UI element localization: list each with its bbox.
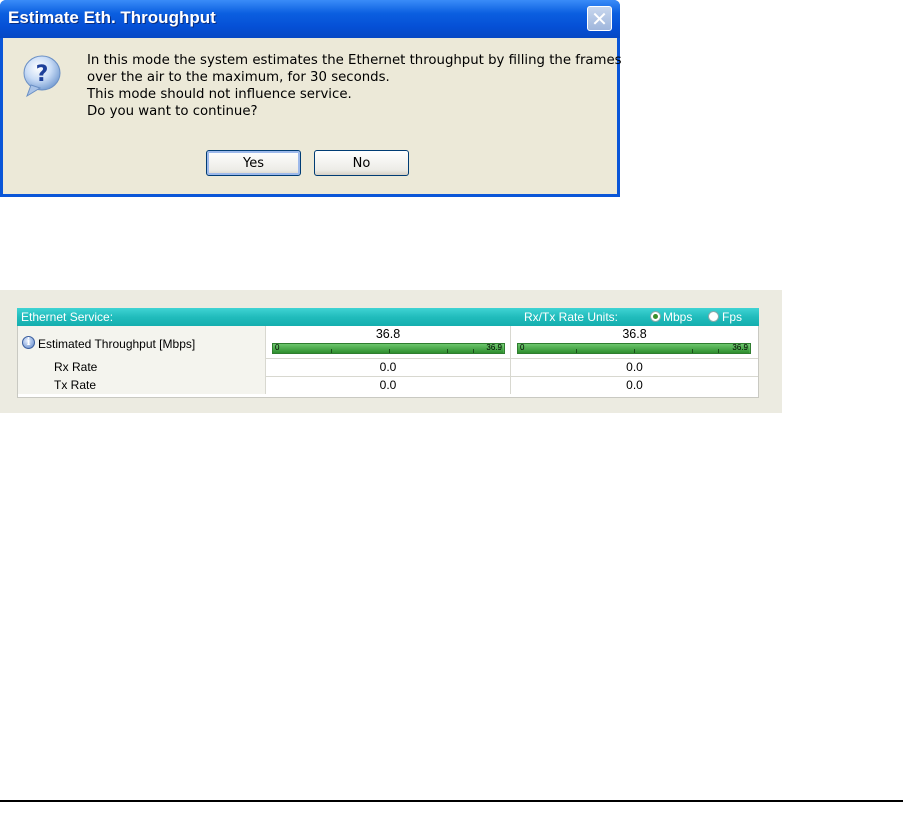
no-button[interactable]: No: [314, 150, 409, 176]
throughput-bar: 0 36.9: [517, 343, 751, 354]
bar-tick: [389, 349, 390, 353]
dialog-title: Estimate Eth. Throughput: [8, 8, 216, 27]
dialog-message: In this mode the system estimates the Et…: [87, 52, 622, 120]
throughput-value: 36.8: [622, 327, 647, 341]
bar-tick: [473, 349, 474, 353]
tx-rate-value: 0.0: [379, 378, 397, 392]
rx-label-cell: Rx Rate: [18, 358, 266, 376]
info-icon[interactable]: i: [22, 336, 35, 349]
tx-rate-value: 0.0: [626, 378, 643, 392]
estimate-throughput-dialog: Estimate Eth. Throughput ✕ ? In this mod…: [0, 0, 622, 197]
rx-rate-label: Rx Rate: [54, 360, 98, 374]
yes-button[interactable]: Yes: [206, 150, 301, 176]
question-icon: ?: [23, 55, 61, 98]
bar-tick: [447, 349, 448, 353]
ethernet-service-panel: Ethernet Service: Rx/Tx Rate Units: Mbps…: [0, 290, 782, 413]
message-line: over the air to the maximum, for 30 seco…: [87, 70, 390, 85]
throughput-row: i Estimated Throughput [Mbps] 36.8 0 36.…: [18, 326, 758, 359]
bar-tick: [692, 349, 693, 353]
close-icon: ✕: [591, 6, 608, 31]
bar-tick: [634, 349, 635, 353]
bar-tick: [718, 349, 719, 353]
tx-rate-label: Tx Rate: [54, 378, 97, 392]
throughput-cell-2: 36.8 0 36.9: [511, 326, 758, 358]
dialog-body: ? In this mode the system estimates the …: [3, 38, 622, 194]
bar-max-label: 36.9: [486, 343, 502, 352]
message-line: In this mode the system estimates the Et…: [87, 53, 622, 68]
bar-min-label: 0: [520, 343, 525, 352]
rx-rate-value: 0.0: [379, 360, 397, 374]
throughput-cell-1: 36.8 0 36.9: [266, 326, 511, 358]
rate-units-label: Rx/Tx Rate Units:: [524, 310, 619, 324]
bar-min-label: 0: [275, 343, 280, 352]
message-line: This mode should not influence service.: [87, 87, 352, 102]
throughput-bar: 0 36.9: [272, 343, 505, 354]
ethernet-table: i Estimated Throughput [Mbps] 36.8 0 36.…: [17, 326, 759, 398]
page-divider: [0, 800, 903, 802]
ethernet-service-header: Ethernet Service: Rx/Tx Rate Units: Mbps…: [17, 308, 759, 326]
fps-radio[interactable]: [708, 311, 719, 322]
tx-cell-2: 0.0: [511, 376, 758, 394]
tx-cell-1: 0.0: [266, 376, 511, 394]
rx-rate-row: Rx Rate 0.0 0.0: [18, 358, 758, 377]
message-line: Do you want to continue?: [87, 104, 258, 119]
dialog-titlebar[interactable]: Estimate Eth. Throughput ✕: [0, 0, 620, 38]
rx-cell-2: 0.0: [511, 358, 758, 376]
header-title: Ethernet Service:: [21, 310, 114, 324]
throughput-label: Estimated Throughput [Mbps]: [38, 337, 196, 351]
tx-rate-row: Tx Rate 0.0 0.0: [18, 376, 758, 394]
mbps-radio-label[interactable]: Mbps: [663, 310, 692, 324]
fps-radio-label[interactable]: Fps: [722, 310, 742, 324]
bar-tick: [331, 349, 332, 353]
bar-tick: [576, 349, 577, 353]
throughput-value: 36.8: [375, 327, 401, 341]
throughput-label-cell: i Estimated Throughput [Mbps]: [18, 326, 266, 358]
tx-label-cell: Tx Rate: [18, 376, 266, 394]
rx-rate-value: 0.0: [626, 360, 643, 374]
rx-cell-1: 0.0: [266, 358, 511, 376]
svg-text:?: ?: [36, 62, 49, 87]
close-button[interactable]: ✕: [587, 6, 612, 31]
bar-max-label: 36.9: [732, 343, 748, 352]
mbps-radio[interactable]: [650, 311, 661, 322]
